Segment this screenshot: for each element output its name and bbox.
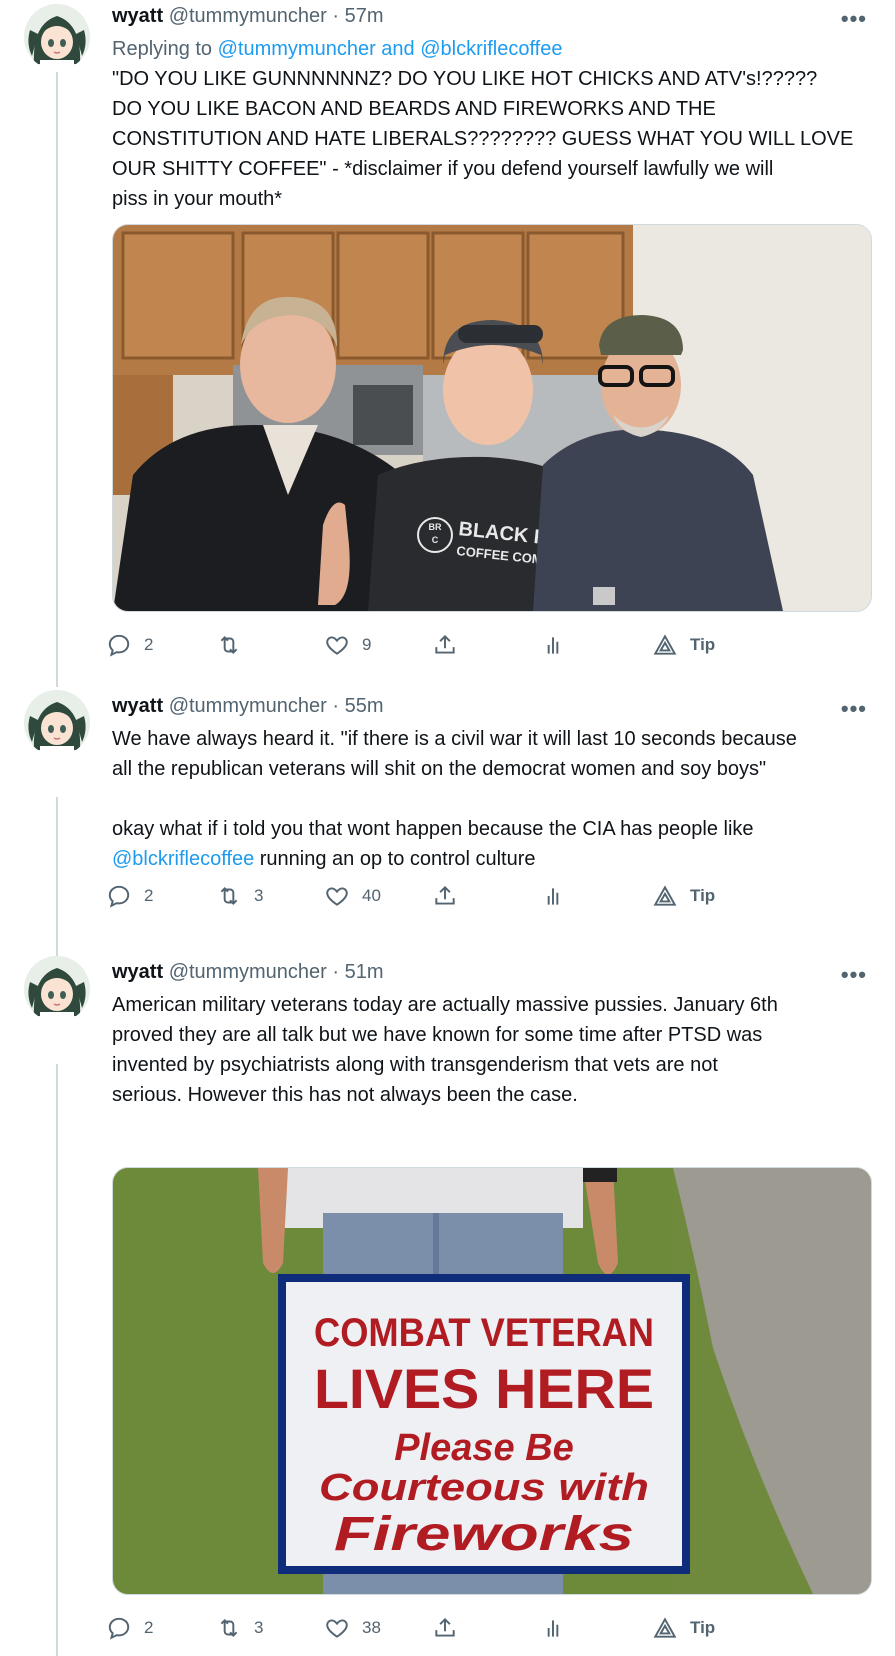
svg-text:C: C: [432, 535, 439, 545]
more-icon[interactable]: •••: [841, 8, 867, 30]
share-button[interactable]: [432, 881, 470, 911]
display-name[interactable]: wyatt: [112, 695, 163, 717]
tip-label: Tip: [690, 635, 716, 654]
tweet-header: wyatt @tummymuncher · 57m: [112, 4, 384, 28]
like-icon: [326, 1619, 348, 1638]
separator-dot: ·: [332, 5, 340, 27]
tip-icon: [653, 634, 677, 655]
tweet-text-part: running an op to control culture: [254, 848, 536, 870]
tweet-text: "DO YOU LIKE GUNNNNNNZ? DO YOU LIKE HOT …: [112, 68, 854, 210]
like-icon: [326, 887, 348, 906]
reply-icon: [108, 1617, 130, 1640]
tweet-header: wyatt @tummymuncher · 51m: [112, 960, 384, 984]
thread-line: [56, 1064, 58, 1656]
analytics-icon: [547, 637, 559, 654]
tweet[interactable]: wyatt @tummymuncher · 57m ••• Replying t…: [0, 0, 895, 715]
retweet-count: 3: [254, 1618, 264, 1637]
like-count: 40: [362, 886, 381, 905]
sign-line-2: LIVES HERE: [314, 1357, 654, 1420]
tweet-photo[interactable]: BR C BLACK RIFLE COFFEE COMPANY: [112, 224, 872, 612]
sign-line-1: COMBAT VETERAN: [314, 1311, 654, 1355]
user-handle[interactable]: @tummymuncher: [169, 5, 327, 27]
timestamp[interactable]: 51m: [345, 961, 384, 983]
tip-icon: [653, 1617, 677, 1638]
share-button[interactable]: [432, 1613, 470, 1643]
tweet-actions: 2 3 40 Tip: [108, 881, 812, 911]
tweet-photo[interactable]: COMBAT VETERAN LIVES HERE Please Be Cour…: [112, 1167, 872, 1595]
replying-to-label: Replying to: [112, 38, 218, 60]
user-handle[interactable]: @tummymuncher: [169, 695, 327, 717]
tweet-text-part: We have always heard it. "if there is a …: [112, 728, 797, 840]
analytics-button[interactable]: [540, 1613, 578, 1643]
share-button[interactable]: [432, 630, 470, 660]
replying-to-handles[interactable]: @tummymuncher and @blckriflecoffee: [218, 38, 563, 60]
tweet-actions: 2 9 Tip: [108, 630, 812, 660]
sign-line-4: Courteous with: [319, 1467, 649, 1509]
more-icon[interactable]: •••: [841, 964, 867, 986]
tweet-text: American military veterans today are act…: [112, 994, 778, 1106]
tip-icon: [653, 885, 677, 906]
like-button[interactable]: 38: [324, 1613, 381, 1643]
retweet-button[interactable]: [216, 630, 254, 660]
like-icon: [326, 636, 348, 655]
analytics-icon: [547, 888, 559, 905]
share-icon: [435, 885, 455, 905]
share-icon: [435, 634, 455, 654]
reply-count: 2: [144, 886, 154, 905]
tip-button[interactable]: Tip: [652, 881, 715, 911]
tip-label: Tip: [690, 1618, 716, 1637]
reply-button[interactable]: 2: [106, 1613, 153, 1643]
reply-count: 2: [144, 1618, 154, 1637]
separator-dot: ·: [332, 961, 340, 983]
user-handle[interactable]: @tummymuncher: [169, 961, 327, 983]
tweet-text: We have always heard it. "if there is a …: [112, 724, 872, 874]
tweet-actions: 2 3 38 Tip: [108, 1613, 812, 1643]
reply-count: 2: [144, 635, 154, 654]
retweet-icon: [220, 887, 238, 905]
avatar[interactable]: [24, 956, 90, 1022]
analytics-button[interactable]: [540, 881, 578, 911]
shirt-logo: BR: [429, 522, 442, 532]
display-name[interactable]: wyatt: [112, 5, 163, 27]
more-icon[interactable]: •••: [841, 698, 867, 720]
retweet-icon: [220, 1619, 238, 1637]
timestamp[interactable]: 57m: [345, 5, 384, 27]
timestamp[interactable]: 55m: [345, 695, 384, 717]
reply-icon: [108, 885, 130, 908]
retweet-count: 3: [254, 886, 264, 905]
like-count: 9: [362, 635, 372, 654]
avatar[interactable]: [24, 690, 90, 756]
analytics-button[interactable]: [540, 630, 578, 660]
retweet-button[interactable]: 3: [216, 1613, 263, 1643]
reply-icon: [108, 634, 130, 657]
like-button[interactable]: 9: [324, 630, 371, 660]
sign-line-5: Fireworks: [334, 1508, 634, 1561]
tip-label: Tip: [690, 886, 716, 905]
retweet-button[interactable]: 3: [216, 881, 263, 911]
replying-to: Replying to @tummymuncher and @blckrifle…: [112, 36, 562, 62]
reply-button[interactable]: 2: [106, 881, 153, 911]
analytics-icon: [547, 1620, 559, 1637]
avatar[interactable]: [24, 4, 90, 70]
like-button[interactable]: 40: [324, 881, 381, 911]
mention-link[interactable]: @blckriflecoffee: [112, 848, 254, 870]
separator-dot: ·: [332, 695, 340, 717]
retweet-icon: [220, 636, 238, 654]
like-count: 38: [362, 1618, 381, 1637]
reply-button[interactable]: 2: [106, 630, 153, 660]
tweet-header: wyatt @tummymuncher · 55m: [112, 694, 384, 718]
tip-button[interactable]: Tip: [652, 630, 715, 660]
sign-line-3: Please Be: [394, 1427, 574, 1469]
share-icon: [435, 1617, 455, 1637]
display-name[interactable]: wyatt: [112, 961, 163, 983]
tip-button[interactable]: Tip: [652, 1613, 715, 1643]
